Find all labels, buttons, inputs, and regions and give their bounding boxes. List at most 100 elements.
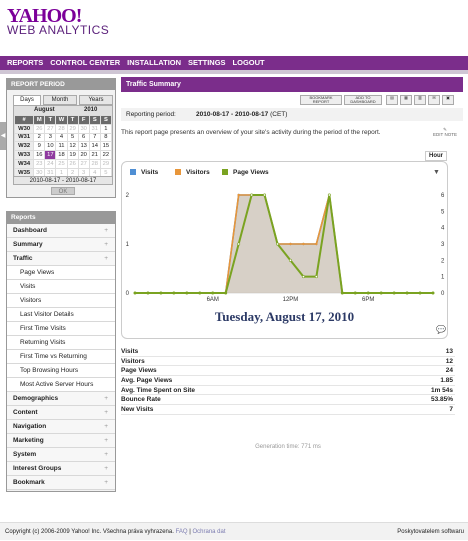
expand-icon[interactable]: + (104, 392, 108, 406)
menu-item-last-visitor-details[interactable]: Last Visitor Details (7, 308, 115, 322)
menu-item-bookmark[interactable]: Bookmark + (7, 476, 115, 490)
calendar-day[interactable]: 23 (33, 158, 46, 169)
week-number[interactable]: W33 (13, 150, 35, 160)
calendar-day[interactable]: 28 (55, 123, 68, 134)
calendar-day[interactable]: 26 (33, 123, 46, 134)
legend-page-views[interactable]: Page Views (222, 169, 269, 176)
calendar-day[interactable]: 12 (66, 141, 79, 152)
menu-item-visitors[interactable]: Visitors (7, 294, 115, 308)
calendar-day[interactable]: 27 (77, 158, 90, 169)
yahoo-web-analytics-logo[interactable]: YAHOO! WEB ANALYTICS (7, 6, 207, 40)
footer-provider[interactable]: Poskytovatelem softwaru (397, 523, 464, 541)
expand-icon[interactable]: + (104, 406, 108, 420)
expand-icon[interactable]: + (104, 476, 108, 490)
pdf-icon[interactable]: ▣ (442, 95, 454, 105)
excel-icon[interactable]: ▦ (400, 95, 412, 105)
csv-icon[interactable]: ▥ (414, 95, 426, 105)
expand-icon[interactable]: + (104, 434, 108, 448)
menu-item-demographics[interactable]: Demographics + (7, 392, 115, 406)
expand-icon[interactable]: + (104, 420, 108, 434)
menu-item-content[interactable]: Content + (7, 406, 115, 420)
nav-logout[interactable]: LOGOUT (233, 58, 265, 67)
comment-icon[interactable]: 💬 (436, 325, 446, 334)
calendar-day[interactable]: 22 (99, 150, 113, 160)
menu-item-returning-visits[interactable]: Returning Visits (7, 336, 115, 350)
calendar-month[interactable]: August (34, 106, 55, 115)
selected-range: 2010-08-17 - 2010-08-17 (13, 176, 113, 185)
email-icon[interactable]: ✉ (428, 95, 440, 105)
menu-item-traffic[interactable]: Traffic + (7, 252, 115, 266)
calendar-day[interactable]: 20 (77, 150, 90, 160)
menu-item-most-active-server-hours[interactable]: Most Active Server Hours (7, 378, 115, 392)
calendar-day[interactable]: 19 (66, 150, 79, 160)
week-number[interactable]: W30 (13, 123, 35, 134)
week-number[interactable]: W31 (13, 132, 35, 143)
calendar-day[interactable]: 24 (44, 158, 57, 169)
tab-years[interactable]: Years (79, 95, 113, 105)
calendar-day[interactable]: 16 (33, 150, 46, 160)
tab-month[interactable]: Month (43, 95, 77, 105)
calendar-day[interactable]: 7 (88, 132, 101, 143)
calendar-day[interactable]: 15 (99, 141, 113, 152)
calendar-day[interactable]: 10 (44, 141, 57, 152)
menu-item-page-views[interactable]: Page Views (7, 266, 115, 280)
nav-control-center[interactable]: CONTROL CENTER (50, 58, 120, 67)
legend-visits[interactable]: Visits (130, 169, 158, 176)
footer-privacy-link[interactable]: Ochrana dat (192, 529, 225, 535)
expand-icon[interactable]: + (104, 462, 108, 476)
calendar-day[interactable]: 25 (55, 158, 68, 169)
menu-item-first-time-visits[interactable]: First Time Visits (7, 322, 115, 336)
tab-days[interactable]: Days (13, 95, 41, 105)
legend-visitors[interactable]: Visitors (175, 169, 210, 176)
bookmark-report-button[interactable]: BOOKMARK REPORT (300, 95, 342, 105)
calendar-day[interactable]: 26 (66, 158, 79, 169)
calendar-day[interactable]: 27 (44, 123, 57, 134)
nav-installation[interactable]: INSTALLATION (127, 58, 181, 67)
expand-icon[interactable]: + (104, 238, 108, 252)
week-number[interactable]: W34 (13, 158, 35, 169)
calendar-day[interactable]: 11 (55, 141, 68, 152)
chart-options-dropdown-icon[interactable]: ▼ (433, 169, 440, 176)
calendar-day[interactable]: 4 (55, 132, 68, 143)
calendar-day[interactable]: 9 (33, 141, 46, 152)
weekday-header: S (99, 115, 113, 125)
calendar-day[interactable]: 3 (44, 132, 57, 143)
calendar-day[interactable]: 8 (99, 132, 113, 143)
calendar-day[interactable]: 17 (44, 150, 57, 160)
add-to-dashboard-button[interactable]: ADD TO DASHBOARD (344, 95, 382, 105)
calendar-day[interactable]: 2 (33, 132, 46, 143)
calendar-day[interactable]: 28 (88, 158, 101, 169)
calendar-day[interactable]: 6 (77, 132, 90, 143)
expand-icon[interactable]: + (104, 224, 108, 238)
calendar-day[interactable]: 31 (88, 123, 101, 134)
calendar-day[interactable]: 29 (66, 123, 79, 134)
nav-reports[interactable]: REPORTS (7, 58, 43, 67)
calendar-day[interactable]: 1 (99, 123, 113, 134)
menu-item-first-time-vs-returning[interactable]: First Time vs Returning (7, 350, 115, 364)
calendar-day[interactable]: 13 (77, 141, 90, 152)
menu-item-dashboard[interactable]: Dashboard + (7, 224, 115, 238)
calendar-day[interactable]: 29 (99, 158, 113, 169)
edit-note-button[interactable]: ✎ EDIT NOTE (430, 127, 460, 137)
calendar-day[interactable]: 18 (55, 150, 68, 160)
nav-settings[interactable]: SETTINGS (188, 58, 226, 67)
ok-button[interactable]: OK (51, 187, 75, 195)
menu-item-visits[interactable]: Visits (7, 280, 115, 294)
tab-hour[interactable]: Hour (425, 151, 447, 161)
expand-icon[interactable]: + (104, 448, 108, 462)
calendar-day[interactable]: 14 (88, 141, 101, 152)
menu-item-summary[interactable]: Summary + (7, 238, 115, 252)
menu-item-interest-groups[interactable]: Interest Groups + (7, 462, 115, 476)
menu-item-top-browsing-hours[interactable]: Top Browsing Hours (7, 364, 115, 378)
calendar-year[interactable]: 2010 (84, 106, 97, 115)
menu-item-system[interactable]: System + (7, 448, 115, 462)
expand-icon[interactable]: + (104, 252, 108, 266)
calendar-day[interactable]: 21 (88, 150, 101, 160)
footer-faq-link[interactable]: FAQ (176, 529, 188, 535)
menu-item-marketing[interactable]: Marketing + (7, 434, 115, 448)
calendar-day[interactable]: 5 (66, 132, 79, 143)
print-icon[interactable]: ▤ (386, 95, 398, 105)
menu-item-navigation[interactable]: Navigation + (7, 420, 115, 434)
week-number[interactable]: W32 (13, 141, 35, 152)
calendar-day[interactable]: 30 (77, 123, 90, 134)
